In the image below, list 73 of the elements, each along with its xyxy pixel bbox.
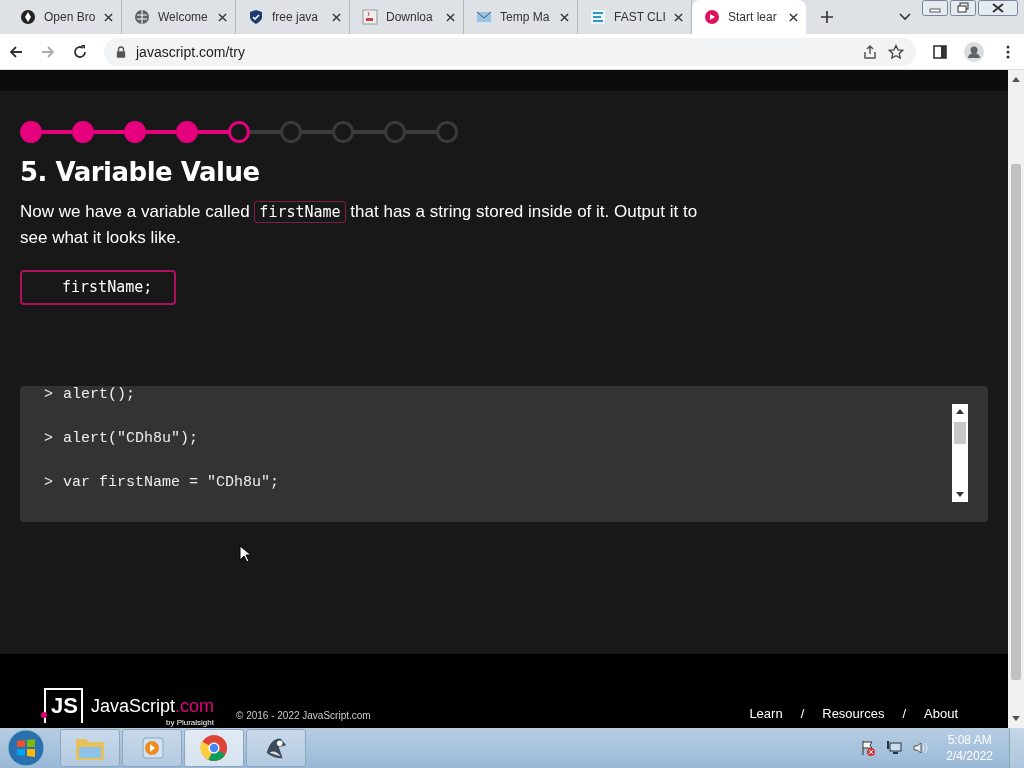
prompt-symbol: > — [44, 386, 53, 404]
footer-link[interactable]: About — [924, 706, 958, 721]
logo-text: JavaScript.com — [90, 696, 214, 717]
separator-text: / — [902, 706, 906, 721]
answer-field[interactable]: firstName; — [20, 270, 176, 305]
clock-time: 5:08 AM — [947, 732, 992, 748]
restore-icon[interactable] — [950, 0, 976, 16]
speaker-icon[interactable] — [912, 740, 929, 756]
url-text: javascript.com/try — [136, 43, 245, 60]
page-scrollbar[interactable] — [1008, 70, 1024, 728]
start-button[interactable] — [6, 728, 46, 768]
mouse-cursor-icon — [239, 545, 251, 563]
profile-icon[interactable] — [964, 41, 984, 62]
close-icon[interactable] — [218, 12, 227, 22]
close-icon[interactable] — [446, 12, 455, 22]
tab-title: Start lear — [728, 10, 778, 24]
copyright-text: © 2016 - 2022 JavaScript.com — [236, 710, 371, 721]
globe-icon — [134, 9, 150, 25]
prompt-symbol: > — [44, 429, 53, 448]
close-icon[interactable] — [104, 12, 113, 22]
scroll-down-icon[interactable] — [956, 492, 964, 498]
scroll-up-icon[interactable] — [956, 408, 964, 414]
tab-title: Open Bro — [44, 10, 96, 24]
cup-icon — [362, 9, 378, 25]
taskbar-button[interactable] — [246, 729, 306, 767]
taskbar-button[interactable] — [184, 729, 244, 767]
lesson-title: 5. Variable Value — [20, 157, 261, 187]
chrome-icon — [199, 734, 229, 762]
lines-icon — [590, 9, 606, 25]
flag-icon[interactable] — [860, 740, 877, 756]
close-icon[interactable] — [332, 12, 341, 22]
tab-title: FAST CLI — [614, 10, 666, 24]
play-icon — [704, 9, 720, 25]
share-icon[interactable] — [862, 43, 878, 60]
side-panel-icon[interactable] — [932, 43, 948, 60]
prompt-symbol: > — [44, 473, 53, 492]
instruction-text: Now we have a variable called firstName that has a string stored inside of it. Output it to see what it looks like. — [20, 200, 699, 249]
tab-title: free java — [272, 10, 320, 24]
clock-date: 2/4/2022 — [946, 748, 993, 764]
back-icon[interactable] — [8, 43, 24, 60]
logo-icon — [20, 9, 36, 25]
lock-icon — [116, 45, 126, 58]
tab-title: Temp Ma — [500, 10, 551, 24]
address-bar[interactable]: javascript.com/try — [104, 37, 916, 66]
tab-title: Downloa — [386, 10, 434, 24]
network-icon[interactable] — [886, 740, 903, 756]
separator-text: / — [800, 706, 805, 721]
close-icon[interactable] — [560, 12, 569, 22]
shield-icon — [248, 9, 264, 25]
footer-link[interactable]: Learn — [749, 706, 783, 721]
browser-tab[interactable]: Start lear — [692, 0, 806, 34]
code-word: firstName — [254, 201, 346, 223]
logo-byline: by Pluralsight — [165, 718, 214, 727]
reload-icon[interactable] — [72, 43, 88, 60]
console-line: var firstName = "CDh8u"; — [63, 473, 280, 492]
scroll-thumb[interactable] — [954, 422, 966, 444]
close-window-icon[interactable] — [978, 0, 1018, 16]
close-icon[interactable] — [674, 12, 683, 22]
star-icon[interactable] — [888, 43, 904, 60]
scroll-up-icon[interactable] — [1012, 76, 1020, 82]
console-scrollbar[interactable] — [952, 404, 968, 502]
logo-mark: JS — [44, 688, 83, 723]
tab-title: Welcome — [158, 10, 209, 24]
new-tab-icon[interactable] — [820, 10, 834, 24]
scroll-down-icon[interactable] — [1012, 716, 1020, 722]
minimize-icon[interactable] — [922, 0, 948, 16]
footer-link[interactable]: Resources — [822, 706, 885, 721]
site-logo[interactable]: JS JavaScript.com by Pluralsight — [44, 688, 214, 727]
close-icon[interactable] — [789, 12, 798, 22]
envelope-icon — [476, 9, 492, 25]
console-line: alert(); — [63, 386, 136, 404]
chevron-icon[interactable] — [899, 13, 911, 21]
console-line: alert("CDh8u"); — [63, 429, 199, 448]
